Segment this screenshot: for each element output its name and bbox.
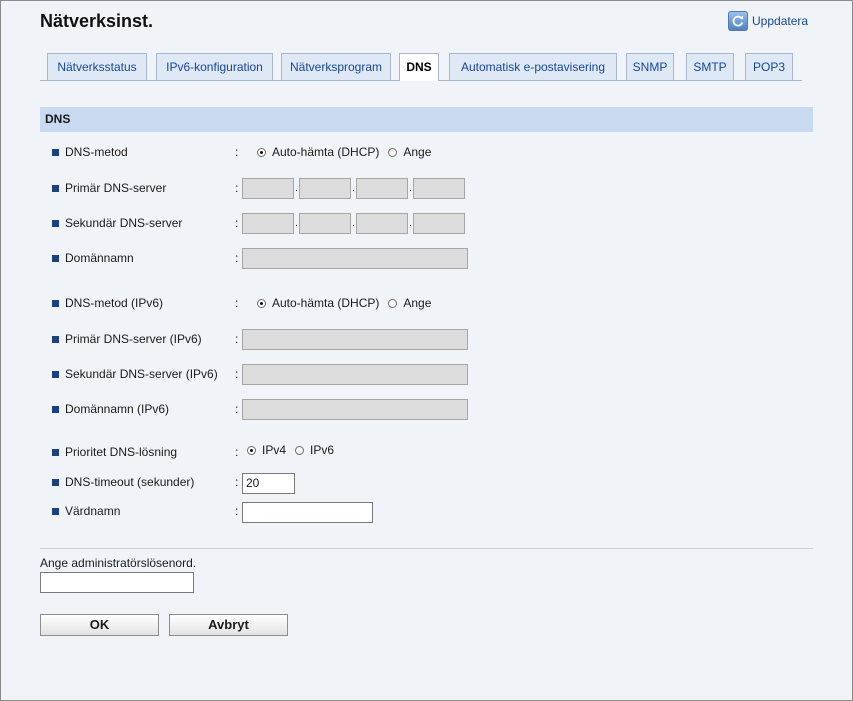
row-priority: Prioritet DNS-lösning : IPv4 IPv6	[52, 441, 334, 463]
colon: :	[235, 402, 239, 416]
row-secondary-dns: Sekundär DNS-server : . . .	[52, 212, 465, 234]
primary-dns-ipv6-field[interactable]	[242, 328, 468, 350]
refresh-label[interactable]: Uppdatera	[752, 14, 808, 28]
row-timeout: DNS-timeout (sekunder) : 20	[52, 471, 295, 494]
colon: :	[235, 216, 239, 230]
row-secondary-dns-ipv6: Sekundär DNS-server (IPv6) :	[52, 363, 468, 385]
dns-method-manual-radio[interactable]	[388, 147, 398, 157]
row-primary-dns: Primär DNS-server : . . .	[52, 177, 465, 199]
primary-dns-octet-4[interactable]	[413, 177, 465, 199]
square-bullet-icon	[52, 335, 59, 343]
square-bullet-icon	[52, 478, 59, 486]
primary-dns-octet-3[interactable]	[356, 177, 408, 199]
tab-snmp[interactable]: SNMP	[626, 53, 674, 80]
tab-natverksstatus[interactable]: Nätverksstatus	[47, 53, 147, 80]
colon: :	[235, 367, 239, 381]
tab-pop3[interactable]: POP3	[745, 53, 793, 80]
dns-method-auto-radio[interactable]	[257, 147, 266, 157]
section-header-dns: DNS	[40, 107, 813, 132]
primary-dns-octet-2[interactable]	[299, 177, 351, 199]
dns-method-label: DNS-metod	[65, 145, 128, 159]
square-bullet-icon	[52, 448, 59, 456]
row-dns-method: DNS-metod : Auto-hämta (DHCP) Ange	[52, 141, 431, 163]
square-bullet-icon	[52, 184, 59, 192]
hostname-input[interactable]	[242, 502, 373, 523]
row-domain: Domännamn :	[52, 247, 468, 269]
row-domain-ipv6: Domännamn (IPv6) :	[52, 398, 468, 420]
row-primary-dns-ipv6: Primär DNS-server (IPv6) :	[52, 328, 468, 350]
square-bullet-icon	[52, 370, 59, 378]
colon: :	[235, 145, 239, 159]
timeout-label: DNS-timeout (sekunder)	[65, 475, 195, 489]
dns-method-ipv6-manual-radio[interactable]	[388, 298, 398, 308]
dns-method-ipv6-manual-label: Ange	[403, 296, 432, 310]
secondary-dns-ipv6-field[interactable]	[242, 363, 468, 385]
secondary-dns-octet-2[interactable]	[299, 212, 351, 234]
divider	[40, 548, 813, 549]
row-hostname: Värdnamn :	[52, 500, 373, 523]
tab-automatisk-e-postavisering[interactable]: Automatisk e-postavisering	[449, 53, 617, 80]
square-bullet-icon	[52, 507, 59, 515]
square-bullet-icon	[52, 219, 59, 227]
domain-field[interactable]	[242, 247, 468, 269]
priority-ipv6-label: IPv6	[310, 443, 335, 457]
tab-dns[interactable]: DNS	[399, 53, 439, 81]
square-bullet-icon	[52, 405, 59, 413]
colon: :	[235, 445, 239, 459]
dns-method-ipv6-auto-radio[interactable]	[257, 298, 266, 308]
secondary-dns-octet-1[interactable]	[242, 212, 294, 234]
colon: :	[235, 504, 239, 518]
tab-smtp[interactable]: SMTP	[686, 53, 734, 80]
page-title: Nätverksinst.	[40, 11, 154, 31]
ok-button[interactable]: OK	[40, 614, 159, 636]
primary-dns-ipv6-label: Primär DNS-server (IPv6)	[65, 332, 202, 346]
dns-method-ipv6-auto-label: Auto-hämta (DHCP)	[272, 296, 380, 310]
refresh-link[interactable]: Uppdatera	[728, 11, 808, 31]
primary-dns-octet-1[interactable]	[242, 177, 294, 199]
tab-natverksprogram[interactable]: Nätverksprogram	[281, 53, 391, 80]
priority-ipv6-radio[interactable]	[295, 445, 305, 455]
secondary-dns-octet-4[interactable]	[413, 212, 465, 234]
square-bullet-icon	[52, 148, 59, 156]
refresh-icon	[728, 11, 748, 31]
secondary-dns-ipv6-label: Sekundär DNS-server (IPv6)	[65, 367, 218, 381]
primary-dns-label: Primär DNS-server	[65, 181, 167, 195]
secondary-dns-label: Sekundär DNS-server	[65, 216, 183, 230]
timeout-input[interactable]: 20	[242, 473, 295, 494]
dns-method-auto-label: Auto-hämta (DHCP)	[272, 145, 380, 159]
dns-method-ipv6-label: DNS-metod (IPv6)	[65, 296, 164, 310]
row-dns-method-ipv6: DNS-metod (IPv6) : Auto-hämta (DHCP) Ang…	[52, 292, 431, 314]
dns-method-manual-label: Ange	[403, 145, 432, 159]
colon: :	[235, 181, 239, 195]
tab-ipv6-konfiguration[interactable]: IPv6-konfiguration	[156, 53, 273, 80]
admin-password-label: Ange administratörslösenord.	[40, 556, 197, 570]
square-bullet-icon	[52, 299, 59, 307]
secondary-dns-octet-3[interactable]	[356, 212, 408, 234]
domain-ipv6-label: Domännamn (IPv6)	[65, 402, 170, 416]
square-bullet-icon	[52, 254, 59, 262]
hostname-label: Värdnamn	[65, 504, 121, 518]
domain-ipv6-field[interactable]	[242, 398, 468, 420]
priority-ipv4-label: IPv4	[262, 443, 287, 457]
admin-password-input[interactable]	[40, 572, 194, 593]
priority-ipv4-radio[interactable]	[247, 445, 256, 455]
window-frame	[0, 0, 853, 701]
colon: :	[235, 475, 239, 489]
tab-bar: Nätverksstatus IPv6-konfiguration Nätver…	[40, 53, 802, 81]
colon: :	[235, 332, 239, 346]
colon: :	[235, 251, 239, 265]
priority-label: Prioritet DNS-lösning	[65, 445, 178, 459]
colon: :	[235, 296, 239, 310]
domain-label: Domännamn	[65, 251, 134, 265]
cancel-button[interactable]: Avbryt	[169, 614, 288, 636]
